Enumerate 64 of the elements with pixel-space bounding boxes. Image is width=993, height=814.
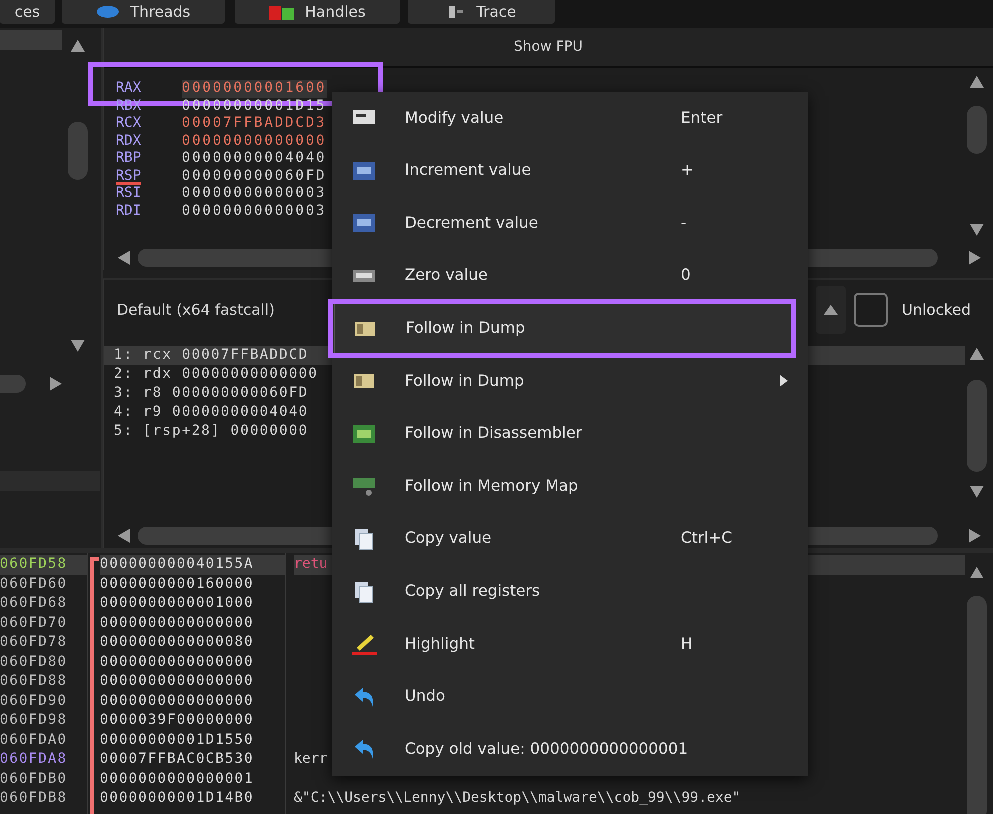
stack-value[interactable]: 000000000040155A — [100, 555, 285, 574]
stack-comment: &"C:\\Users\\Lenny\\Desktop\\malware\\cob_99\\99.exe" — [294, 790, 741, 806]
stack-value[interactable]: 0000000000000080 — [100, 633, 285, 652]
menu-item[interactable]: Decrement value - — [334, 197, 792, 250]
tab[interactable]: Handles — [235, 0, 400, 24]
stack-address[interactable]: 060FD70 — [0, 614, 87, 633]
menu-item[interactable]: Copy old value: 0000000000000001 — [334, 723, 792, 776]
menu-item[interactable]: Undo — [334, 670, 792, 724]
register-value[interactable]: 00007FFBADDCD3 — [182, 115, 327, 132]
show-fpu-button[interactable]: Show FPU — [514, 36, 583, 58]
tab[interactable]: ces — [0, 0, 55, 24]
menu-item[interactable]: Follow in Dump — [334, 354, 792, 408]
stack-address[interactable]: 060FD60 — [0, 574, 87, 594]
register-name: RDX — [116, 132, 142, 150]
stack-address[interactable]: 060FD90 — [0, 692, 87, 711]
register-name: RBP — [116, 150, 142, 168]
menu-item[interactable]: Copy value Ctrl+C — [334, 512, 792, 566]
register-value[interactable]: 000000000060FD — [182, 168, 327, 185]
stack-value[interactable]: 0000000000160000 — [100, 574, 285, 594]
stack-value[interactable]: 0000000000000000 — [100, 672, 285, 692]
menu-item[interactable]: Follow in Disassembler — [334, 408, 792, 460]
stack-value[interactable]: 0000039F00000000 — [100, 711, 285, 730]
stack-address[interactable]: 060FD68 — [0, 594, 87, 614]
register-value[interactable]: 00000000004040 — [182, 150, 327, 168]
stack-address[interactable]: 060FDB0 — [0, 770, 87, 789]
menu-item[interactable]: Modify value Enter — [334, 92, 792, 145]
stack-address[interactable]: 060FDA8 — [0, 750, 87, 770]
stack-address[interactable]: 060FD88 — [0, 672, 87, 692]
register-value[interactable]: 00000000001600 — [182, 80, 327, 98]
register-name: RDI — [116, 202, 142, 220]
register-name: RCX — [116, 115, 142, 132]
register-value[interactable]: 00000000001D15 — [182, 98, 327, 115]
calling-convention-label: Default (x64 fastcall) — [117, 300, 275, 321]
stack-address[interactable]: 060FD98 — [0, 711, 87, 730]
register-name: RSP — [116, 168, 142, 185]
stack-value[interactable]: 0000000000000000 — [100, 614, 285, 633]
menu-item[interactable]: Follow in Memory Map — [334, 460, 792, 513]
stack-value[interactable]: 00007FFBAC0CB530 — [100, 750, 285, 770]
stack-value[interactable]: 00000000001D1550 — [100, 730, 285, 750]
stack-address[interactable]: 060FDA0 — [0, 730, 87, 750]
stack-comment: retu — [294, 556, 328, 572]
menu-item[interactable]: Zero value 0 — [334, 250, 792, 302]
stack-address[interactable]: 060FD58 — [0, 555, 87, 574]
register-value[interactable]: 00000000000000 — [182, 132, 327, 150]
stack-value[interactable]: 0000000000001000 — [100, 594, 285, 614]
stack-address[interactable]: 060FDB8 — [0, 789, 87, 808]
register-name: RBX — [116, 98, 142, 115]
tab[interactable]: Threads — [62, 0, 225, 24]
lock-label: Unlocked — [902, 300, 971, 321]
menu-item[interactable]: Highlight H — [334, 618, 792, 671]
register-value[interactable]: 00000000000003 — [182, 185, 327, 202]
register-name: RAX — [116, 80, 142, 98]
menu-item[interactable]: Increment value + — [334, 144, 792, 198]
register-value[interactable]: 00000000000003 — [182, 202, 327, 220]
stack-value[interactable]: 0000000000000000 — [100, 652, 285, 672]
stack-value[interactable]: 00000000001D14B0 — [100, 789, 285, 808]
stack-value[interactable]: 0000000000000000 — [100, 692, 285, 711]
stack-comment: kerr — [294, 751, 328, 767]
stack-value[interactable]: 0000000000000001 — [100, 770, 285, 789]
stack-address[interactable]: 060FD78 — [0, 633, 87, 652]
stack-address[interactable]: 060FD80 — [0, 652, 87, 672]
menu-item[interactable]: Copy all registers — [334, 565, 792, 618]
tab[interactable]: Trace — [408, 0, 555, 24]
register-name: RSI — [116, 185, 142, 202]
